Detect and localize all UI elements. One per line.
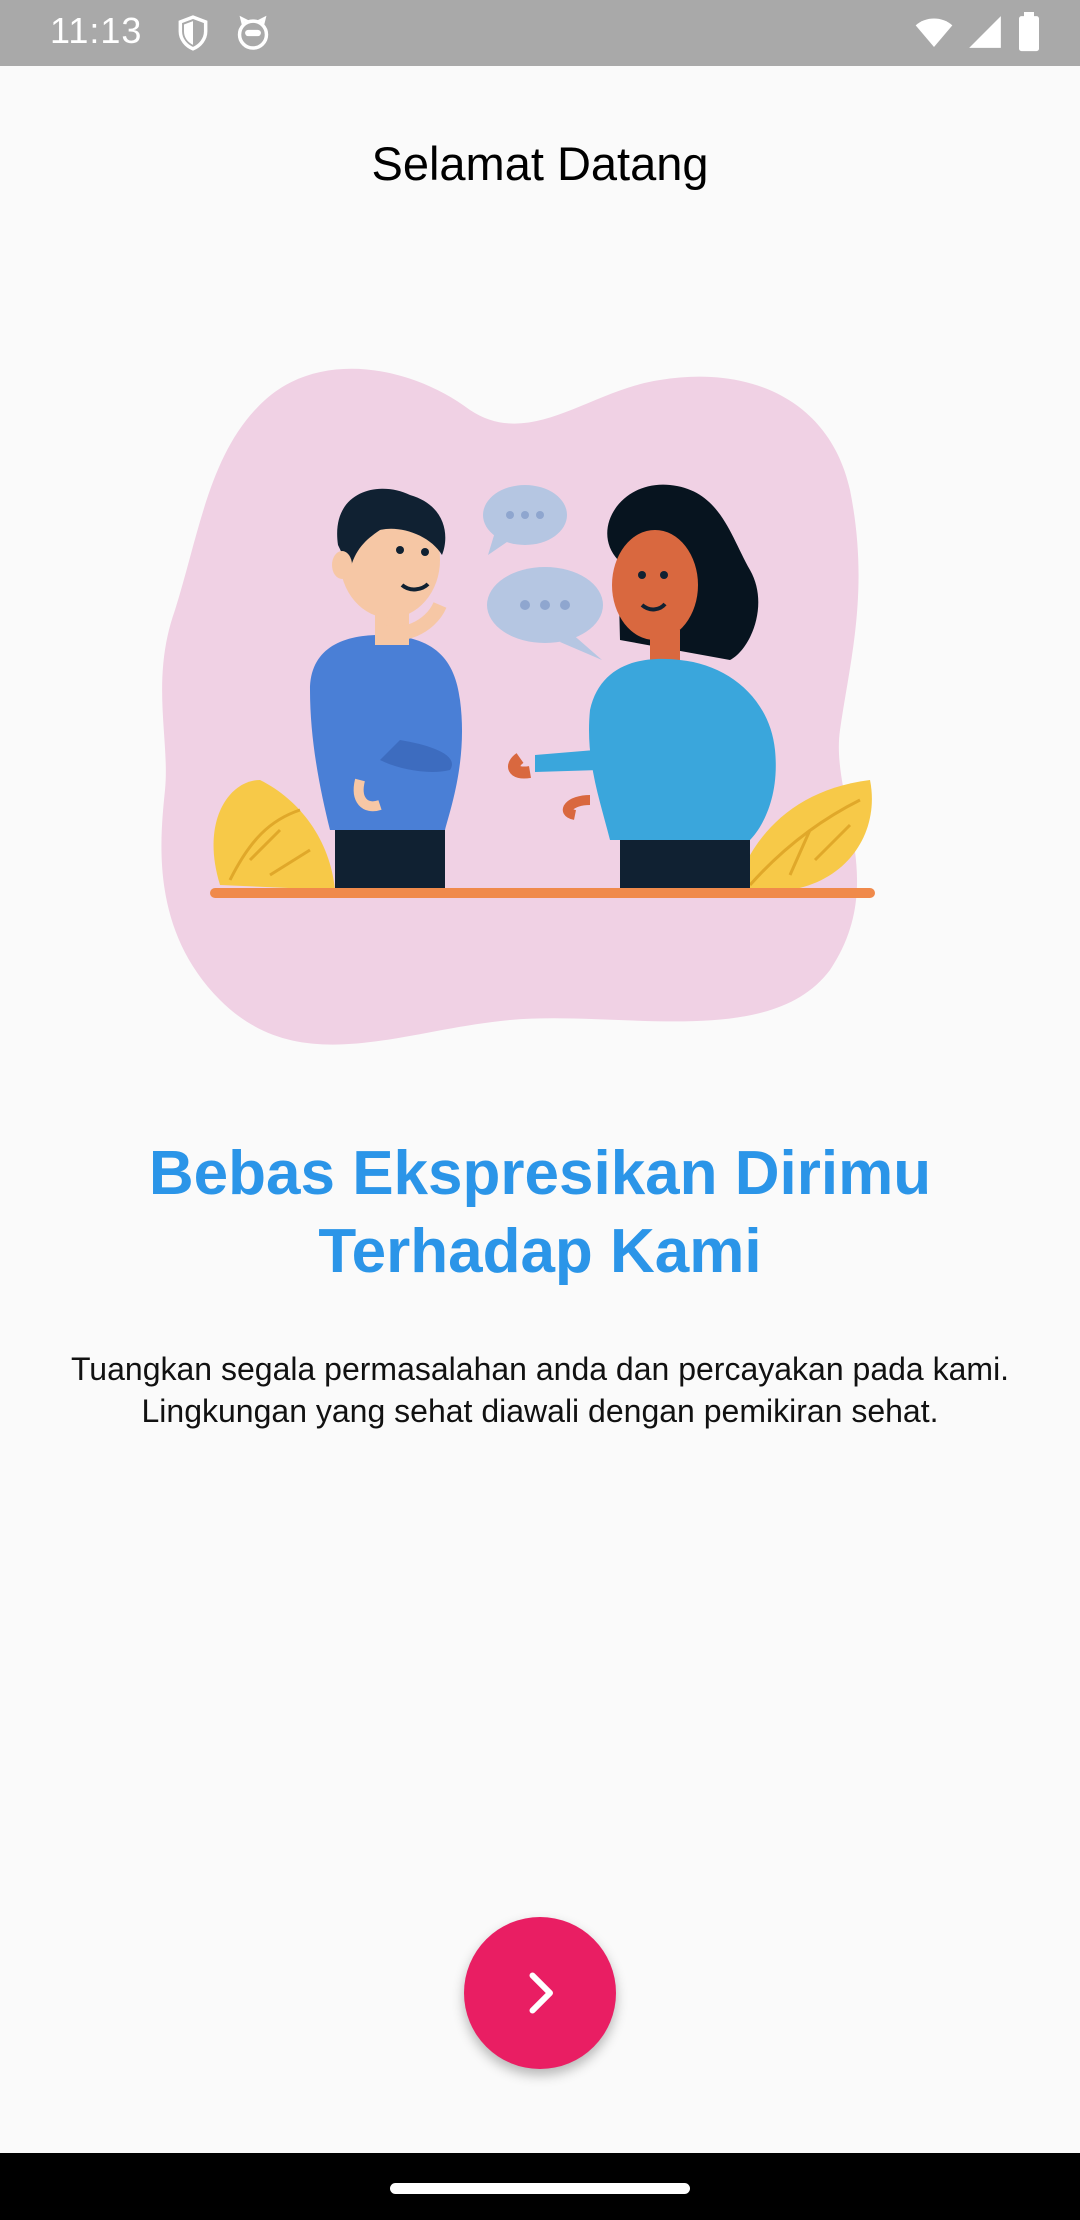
status-time: 11:13 xyxy=(50,10,143,51)
onboarding-description: Tuangkan segala permasalahan anda dan pe… xyxy=(70,1351,1010,1429)
onboarding-headline: Bebas Ekspresikan Dirimu Terhadap Kami xyxy=(148,1139,932,1286)
status-bar: 11:13 xyxy=(0,0,1080,66)
shield-icon xyxy=(178,15,208,51)
cellular-signal-icon xyxy=(969,16,1001,48)
next-button[interactable] xyxy=(464,1917,616,2069)
page-title: Selamat Datang xyxy=(371,137,709,190)
cat-face-icon xyxy=(237,15,269,50)
ground-line xyxy=(210,888,875,898)
onboarding-illustration xyxy=(161,368,875,1045)
battery-icon xyxy=(1019,12,1039,52)
status-right-icons xyxy=(914,12,1042,52)
welcome-screen: 11:13 Selamat Datang Bebas Ekspresikan D… xyxy=(0,0,1080,2220)
wifi-icon xyxy=(915,18,953,47)
home-handle[interactable] xyxy=(390,2183,690,2194)
navigation-bar xyxy=(0,2153,1080,2220)
chevron-right-icon xyxy=(529,1972,553,2014)
